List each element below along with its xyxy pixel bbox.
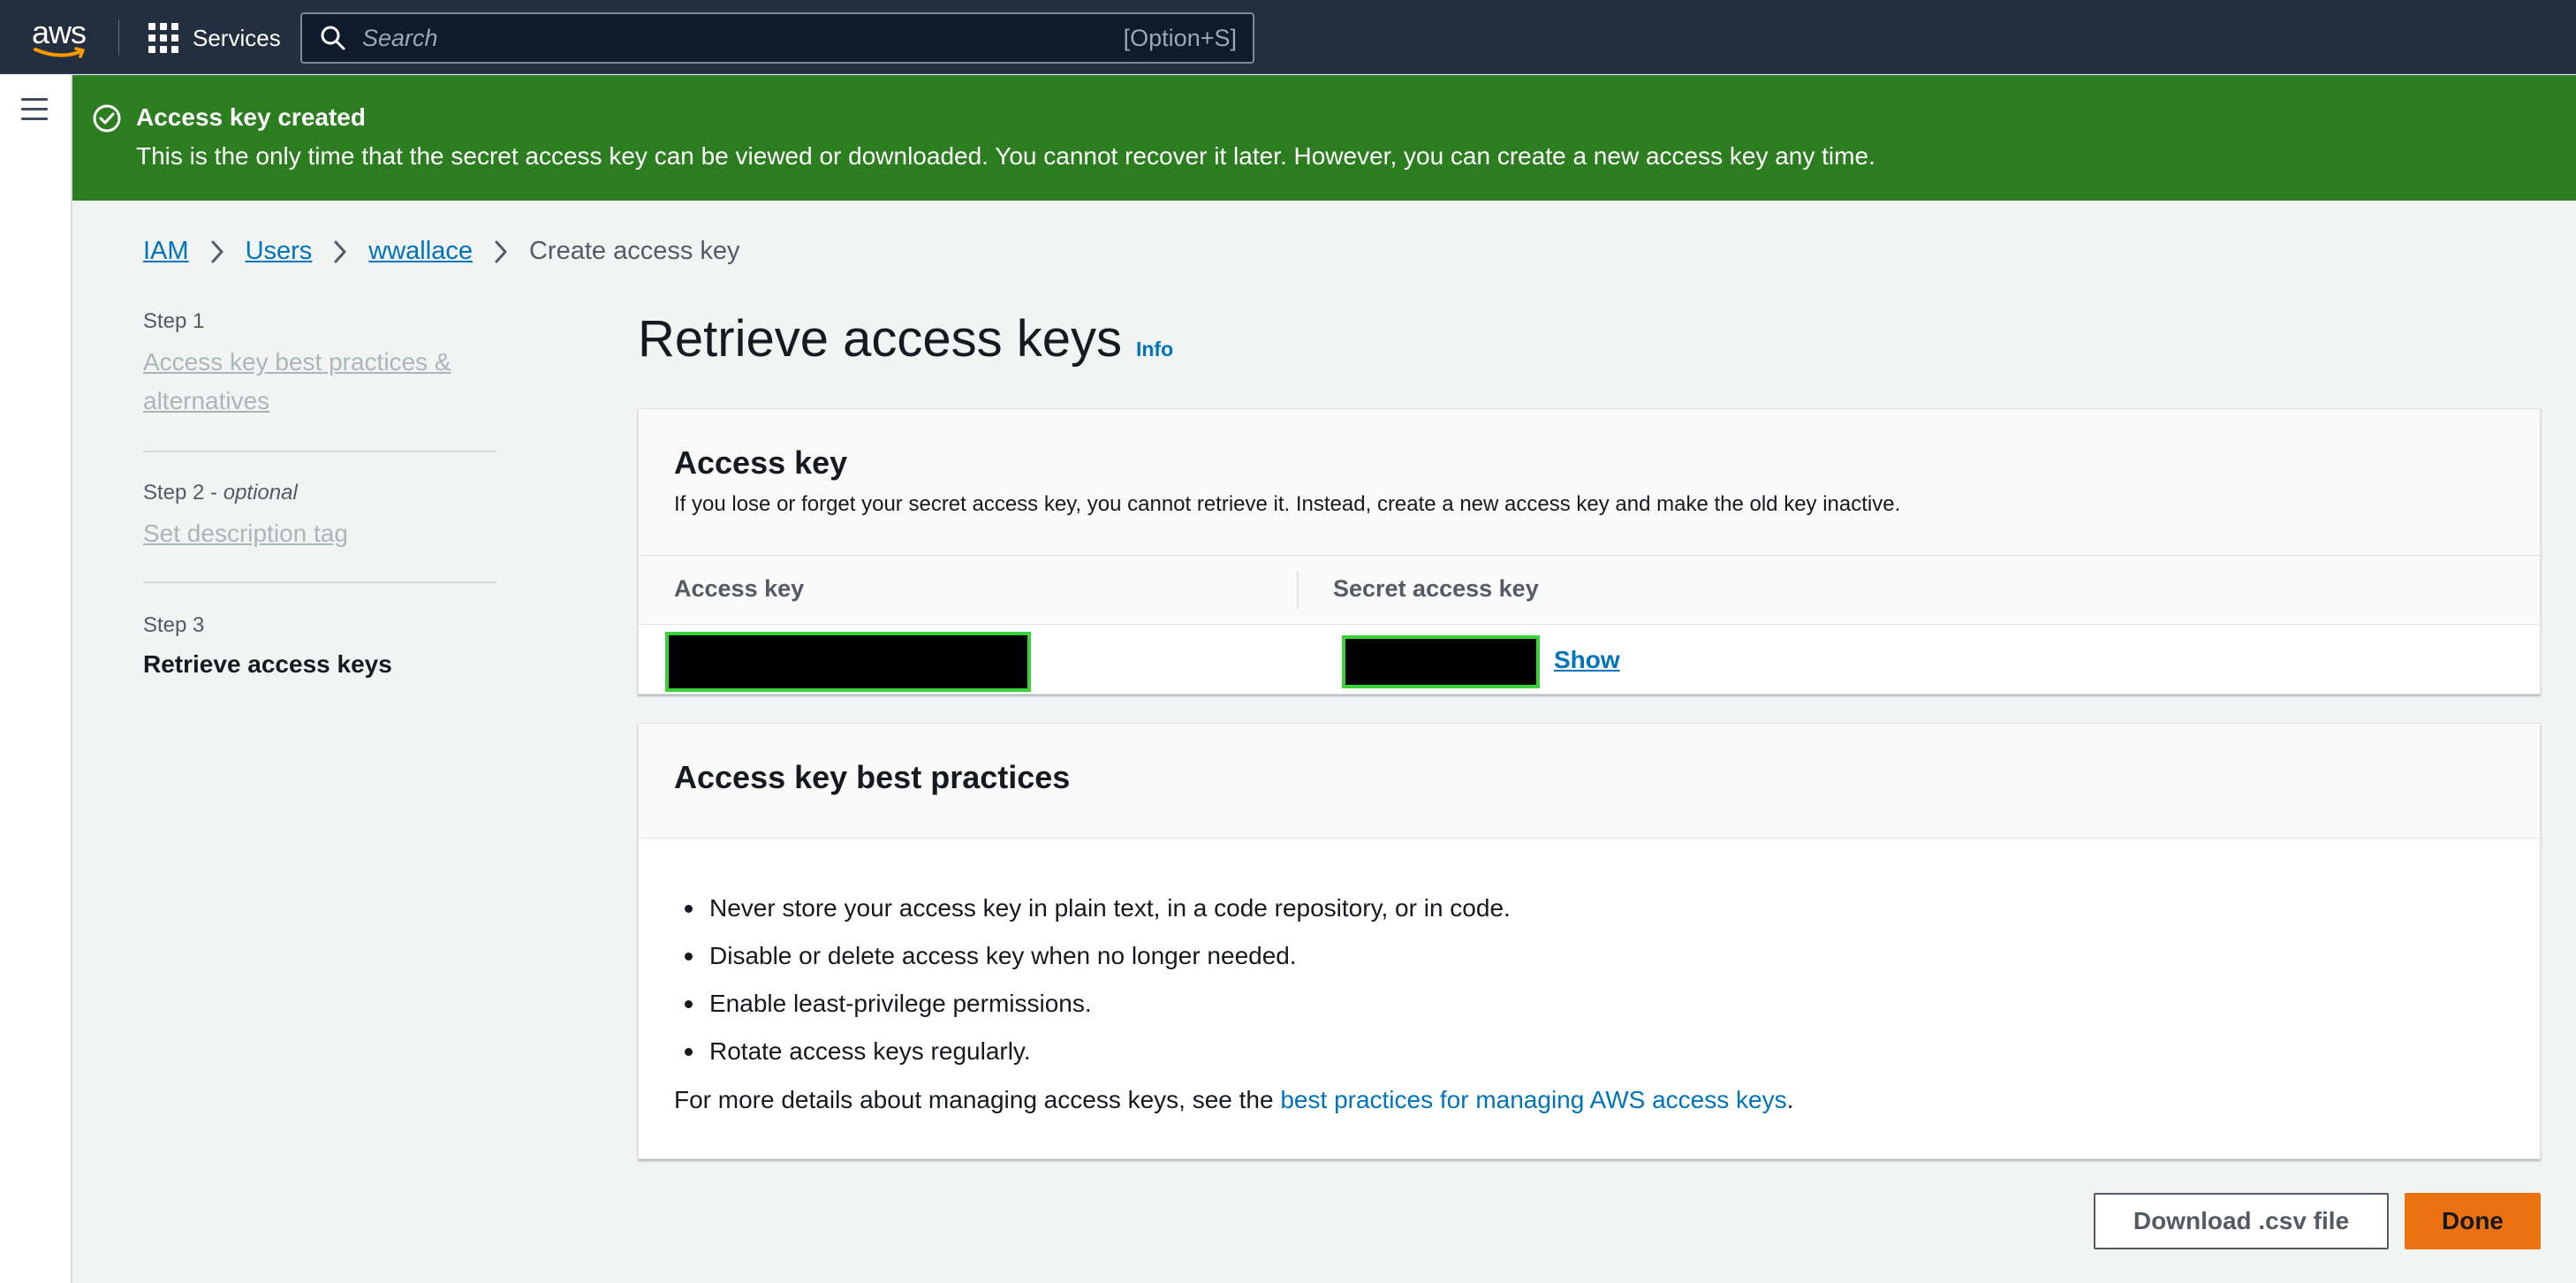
step-link-description-tag[interactable]: Set description tag (143, 514, 496, 553)
key-table-header: Access key Secret access key (639, 556, 2540, 625)
best-practices-title: Access key best practices (674, 759, 1071, 795)
flash-title: Access key created (136, 103, 366, 131)
wizard-steps: Step 1 Access key best practices & alter… (143, 309, 496, 679)
aws-logo[interactable]: aws (32, 14, 90, 58)
access-key-value-redacted (665, 632, 1031, 692)
nav-divider (118, 19, 119, 55)
chevron-right-icon (312, 239, 368, 264)
best-practices-more-text: For more details about managing access k… (674, 1086, 2504, 1114)
breadcrumb: IAM Users wwallace Create access key (143, 237, 740, 266)
more-suffix: . (1786, 1086, 1794, 1113)
column-divider (1297, 572, 1299, 609)
chevron-right-icon (189, 239, 246, 264)
aws-smile-icon (34, 47, 85, 58)
step-label: Step 1 (143, 309, 205, 333)
breadcrumb-iam[interactable]: IAM (143, 237, 189, 266)
info-link[interactable]: Info (1136, 338, 1173, 361)
download-csv-button[interactable]: Download .csv file (2094, 1193, 2389, 1249)
menu-icon[interactable] (21, 98, 51, 121)
breadcrumb-current: Create access key (528, 237, 740, 265)
list-item: Rotate access keys regularly. (674, 1028, 2504, 1075)
search-shortcut-hint: [Option+S] (1123, 24, 1237, 51)
wizard-step-1: Step 1 Access key best practices & alter… (143, 309, 496, 452)
step-label: Step 2 - optional (143, 481, 298, 505)
success-check-icon (93, 104, 121, 133)
access-key-panel: Access key If you lose or forget your se… (638, 408, 2541, 695)
access-key-panel-header: Access key If you lose or forget your se… (639, 409, 2540, 556)
best-practices-body: Never store your access key in plain tex… (639, 839, 2540, 1114)
services-label: Services (193, 24, 281, 51)
step-label-text: Step 2 (143, 481, 205, 505)
page-title-text: Retrieve access keys (638, 310, 1122, 368)
access-key-panel-description: If you lose or forget your secret access… (674, 492, 1901, 516)
more-prefix: For more details about managing access k… (674, 1086, 1281, 1113)
chevron-right-icon (473, 239, 529, 264)
search-bar[interactable]: [Option+S] (300, 12, 1254, 64)
access-key-panel-title: Access key (674, 444, 848, 481)
column-header-secret-key: Secret access key (1333, 575, 1539, 602)
search-icon (321, 26, 345, 50)
step-label: Step 3 (143, 613, 205, 637)
step-current-name: Retrieve access keys (143, 650, 392, 678)
best-practices-list: Never store your access key in plain tex… (674, 884, 2504, 1075)
key-table-row: Show (639, 625, 2540, 695)
search-input[interactable] (346, 14, 1124, 62)
wizard-step-2: Step 2 - optional Set description tag (143, 452, 496, 583)
best-practices-panel: Access key best practices Never store yo… (638, 723, 2541, 1159)
page-title: Retrieve access keys Info (638, 309, 1173, 368)
done-button[interactable]: Done (2405, 1193, 2541, 1249)
list-item: Enable least-privilege permissions. (674, 980, 2504, 1028)
breadcrumb-users[interactable]: Users (246, 237, 313, 266)
services-menu-button[interactable]: Services (148, 21, 281, 55)
top-navigation: aws Services [Option+S] (0, 0, 2576, 74)
flash-message: This is the only time that the secret ac… (136, 142, 1875, 170)
best-practices-panel-header: Access key best practices (639, 724, 2540, 839)
step-optional-label: optional (223, 481, 298, 505)
wizard-step-3: Step 3 Retrieve access keys (143, 583, 496, 679)
success-flash-banner: Access key created This is the only time… (72, 75, 2576, 201)
best-practices-link[interactable]: best practices for managing AWS access k… (1280, 1086, 1786, 1113)
column-header-access-key: Access key (674, 575, 805, 602)
breadcrumb-user[interactable]: wwallace (368, 237, 473, 266)
side-navigation-rail (0, 75, 72, 1283)
services-grid-icon (148, 23, 178, 53)
step-link-best-practices[interactable]: Access key best practices & alternatives (143, 343, 496, 421)
list-item: Never store your access key in plain tex… (674, 884, 2504, 932)
secret-key-value-redacted (1342, 635, 1540, 688)
list-item: Disable or delete access key when no lon… (674, 932, 2504, 980)
show-secret-key-link[interactable]: Show (1554, 646, 1620, 674)
